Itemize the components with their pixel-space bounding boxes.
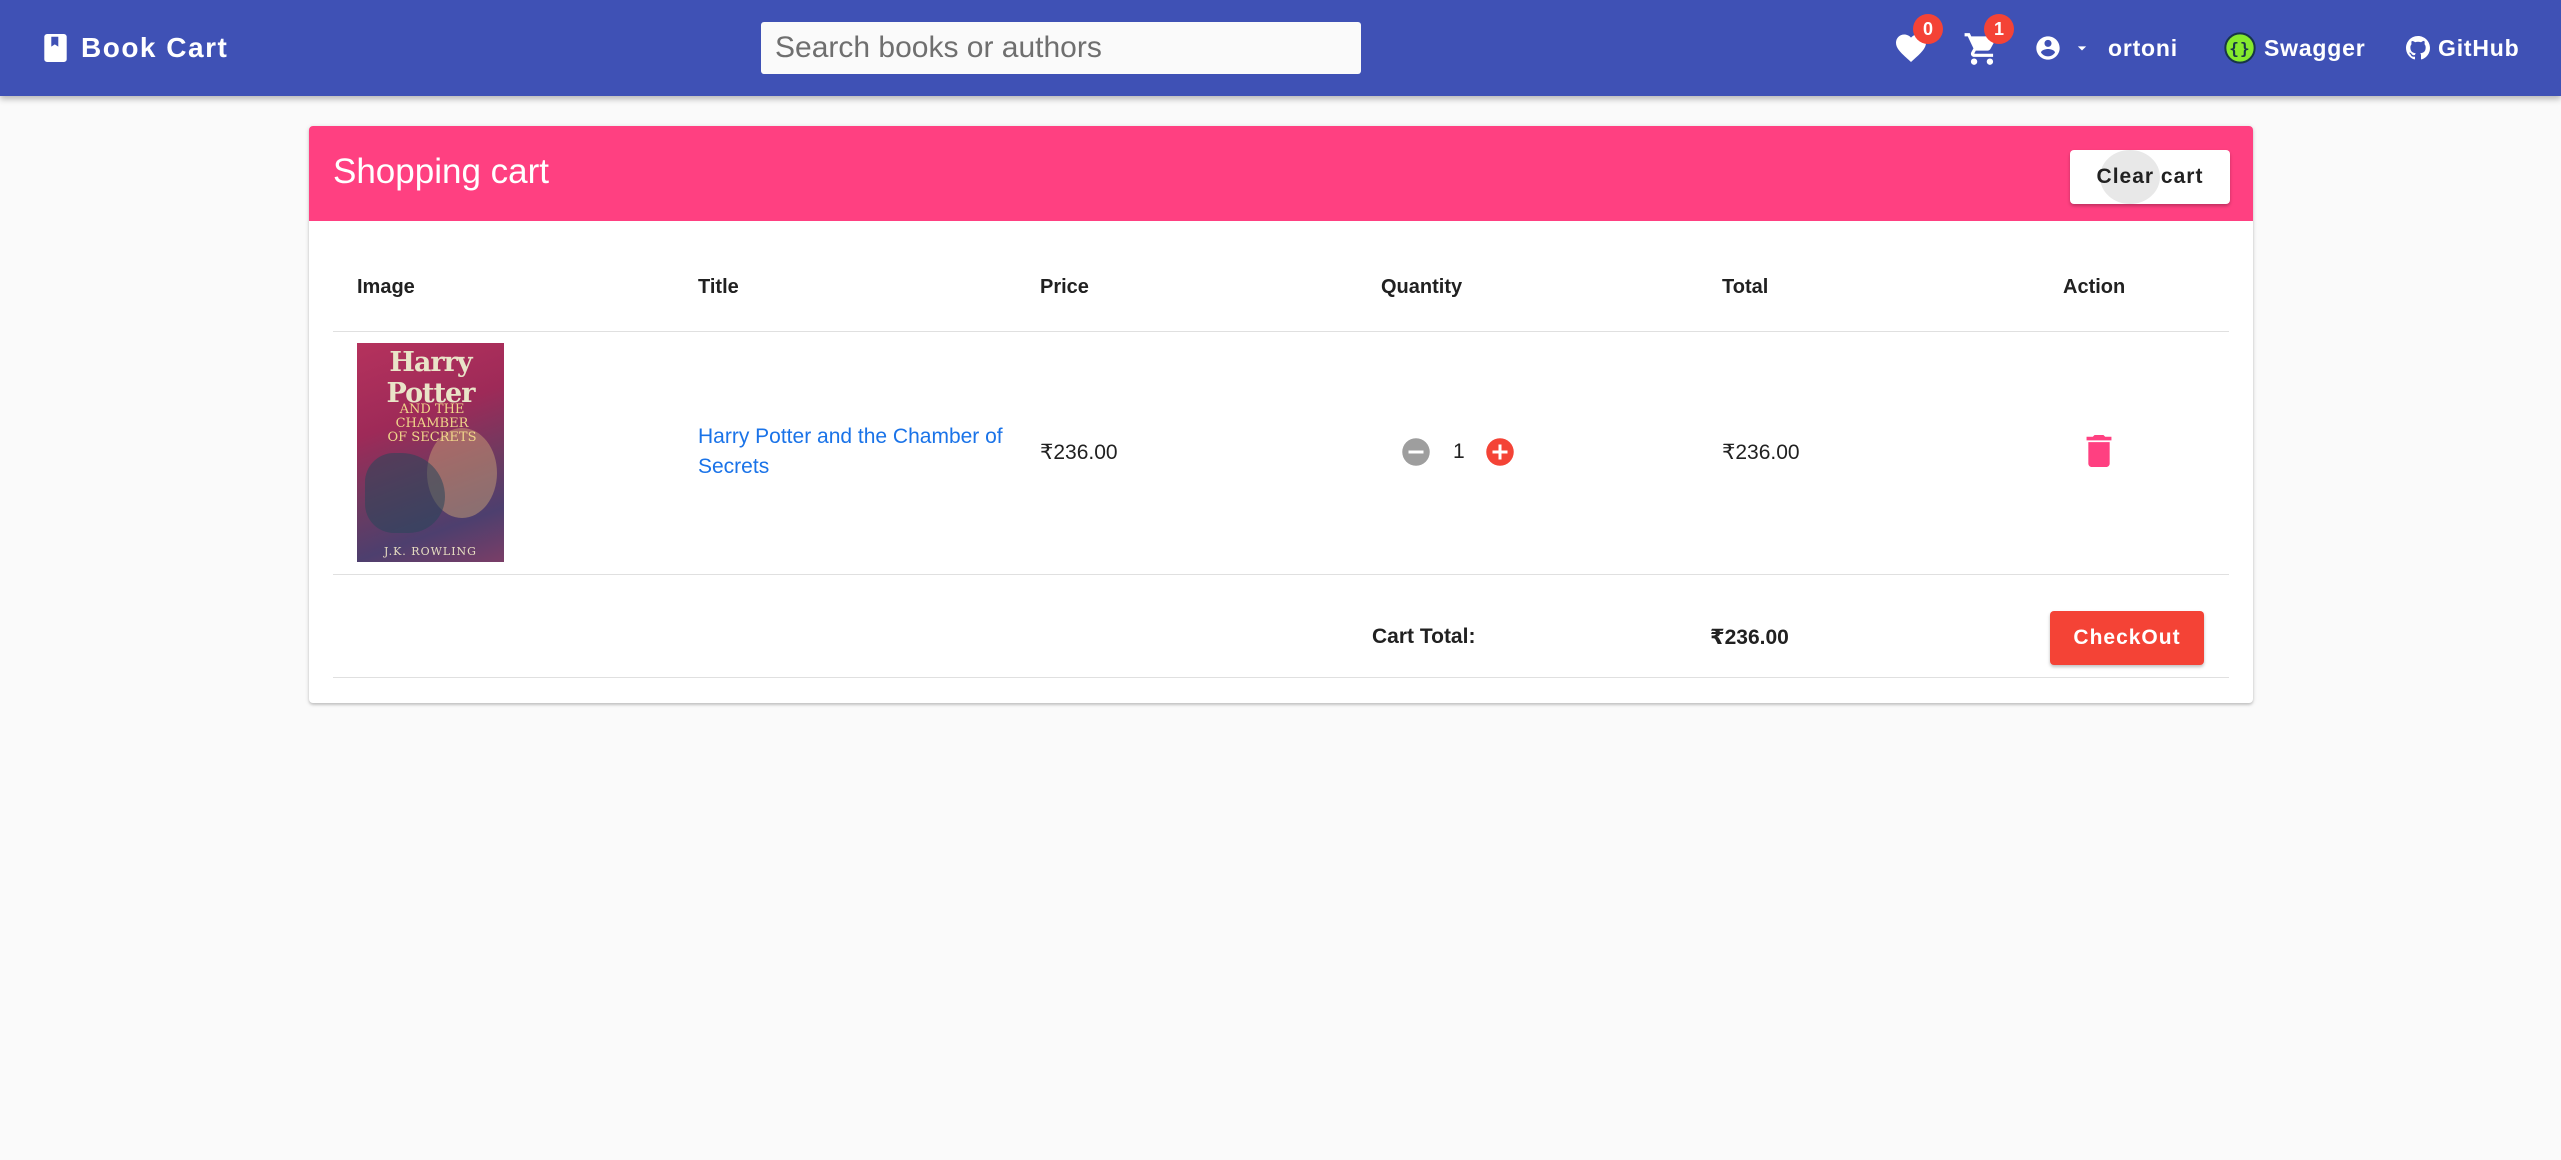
- divider: [333, 331, 2229, 332]
- cart-total-value: ₹236.00: [1710, 626, 1789, 649]
- column-header-action: Action: [2063, 276, 2126, 298]
- top-toolbar: Book Cart 0 1 ortoni {} Swagger: [0, 0, 2561, 96]
- column-header-price: Price: [1040, 276, 1089, 298]
- github-icon: [2406, 36, 2430, 60]
- brand-link[interactable]: Book Cart: [44, 0, 228, 96]
- column-header-total: Total: [1722, 276, 1769, 298]
- book-icon: [44, 34, 67, 62]
- user-menu-button[interactable]: ortoni: [2034, 0, 2178, 96]
- username: ortoni: [2108, 34, 2178, 61]
- swagger-link[interactable]: {} Swagger: [2224, 0, 2365, 96]
- svg-text:{}: {}: [2229, 39, 2250, 58]
- page-title: Shopping cart: [333, 152, 549, 191]
- cover-title-text: Harry Potter: [386, 347, 476, 409]
- minus-circle-icon: [1402, 438, 1430, 466]
- search-input[interactable]: [775, 31, 1347, 65]
- decrease-quantity-button[interactable]: [1401, 437, 1431, 467]
- swagger-icon: {}: [2224, 32, 2256, 64]
- clear-cart-label: Clear cart: [2096, 165, 2204, 188]
- github-link[interactable]: GitHub: [2406, 0, 2519, 96]
- cover-author-text: J.K. ROWLING: [384, 545, 477, 558]
- trash-icon: [2086, 435, 2112, 467]
- column-header-title: Title: [698, 276, 739, 298]
- column-header-quantity: Quantity: [1381, 276, 1463, 298]
- clear-cart-button[interactable]: Clear cart: [2070, 150, 2230, 204]
- account-circle-icon: [2036, 36, 2060, 60]
- brand-name: Book Cart: [81, 32, 229, 63]
- search-box: [761, 22, 1361, 74]
- increase-quantity-button[interactable]: [1485, 437, 1515, 467]
- shopping-cart-card: Shopping cart Clear cart: [309, 126, 2253, 703]
- cart-button[interactable]: 1: [1963, 14, 2014, 68]
- github-label: GitHub: [2438, 34, 2520, 61]
- cover-subtitle-text: AND THE CHAMBER OF SECRETS: [387, 402, 477, 445]
- item-price: ₹236.00: [1040, 441, 1118, 464]
- divider: [333, 677, 2229, 678]
- item-total: ₹236.00: [1722, 441, 1800, 464]
- book-title-link[interactable]: Harry Potter and the Chamber of Secrets: [698, 422, 1008, 482]
- column-header-image: Image: [357, 276, 415, 298]
- delete-item-button[interactable]: [2086, 435, 2112, 472]
- chevron-down-icon: [2077, 46, 2087, 51]
- cart-count-badge: 1: [1984, 14, 2014, 44]
- book-cover-image[interactable]: Harry Potter AND THE CHAMBER OF SECRETS …: [357, 343, 504, 562]
- cart-total-label: Cart Total:: [1372, 625, 1476, 648]
- divider: [333, 574, 2229, 575]
- cart-header: Shopping cart Clear cart: [309, 126, 2253, 221]
- wishlist-button[interactable]: 0: [1893, 14, 1943, 66]
- swagger-label: Swagger: [2264, 34, 2366, 61]
- item-quantity: 1: [1453, 440, 1465, 463]
- plus-circle-icon: [1486, 438, 1514, 466]
- checkout-button[interactable]: CheckOut: [2050, 611, 2204, 665]
- wishlist-count-badge: 0: [1913, 14, 1943, 44]
